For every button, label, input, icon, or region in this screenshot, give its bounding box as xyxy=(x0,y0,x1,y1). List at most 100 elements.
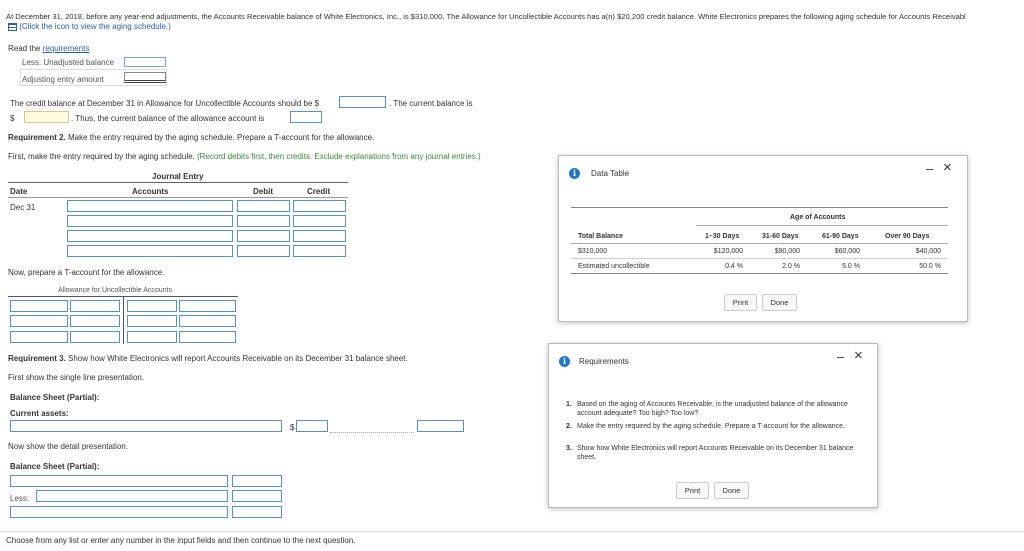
current-balance-input[interactable] xyxy=(24,111,69,123)
print-button[interactable]: Print xyxy=(676,482,709,499)
t-account-divider xyxy=(123,296,124,344)
t-left-amount-3[interactable] xyxy=(70,331,120,343)
balance-sheet-partial-2: Balance Sheet (Partial): xyxy=(10,462,100,471)
aging-schedule-link[interactable]: (Click the icon to view the aging schedu… xyxy=(8,22,171,31)
less-label: Less: xyxy=(10,494,30,503)
requirement-text-2: Make the entry required by the aging sch… xyxy=(577,423,845,430)
journal-account-3[interactable] xyxy=(67,230,233,242)
t-left-label-2[interactable] xyxy=(10,315,68,327)
row-rule xyxy=(571,258,948,259)
detail-net-amount-input[interactable] xyxy=(232,506,282,518)
journal-debit-3[interactable] xyxy=(237,230,290,242)
footer-text: Choose from any list or enter any number… xyxy=(6,536,356,545)
journal-debit-2[interactable] xyxy=(237,215,290,227)
req2-heading-bold: Requirement 2. xyxy=(8,133,66,142)
detail-less-account-input[interactable] xyxy=(36,490,228,502)
journal-credit-4[interactable] xyxy=(293,245,346,257)
credit-balance-input[interactable] xyxy=(339,96,386,108)
single-line-dollar: $ xyxy=(290,423,295,432)
single-line-total-input[interactable] xyxy=(417,420,464,432)
dollar-sign: $ xyxy=(10,114,15,123)
col-1-30: 1–30 Days xyxy=(705,233,740,240)
done-button[interactable]: Done xyxy=(714,482,749,499)
data-table-dialog: i Data Table – × Age of Accounts Total B… xyxy=(558,155,968,322)
info-icon: i xyxy=(569,168,580,179)
header-rule xyxy=(571,243,948,244)
close-icon[interactable]: × xyxy=(943,160,952,175)
t-right-label-1[interactable] xyxy=(179,300,236,312)
aging-schedule-link-text[interactable]: (Click the icon to view the aging schedu… xyxy=(19,22,171,31)
single-line-account-input[interactable] xyxy=(10,420,282,432)
cell-31-60: $90,000 xyxy=(774,248,800,255)
cell-estimated-label: Estimated uncollectible xyxy=(578,263,650,270)
t-right-amount-3[interactable] xyxy=(127,331,177,343)
col-accounts: Accounts xyxy=(132,187,169,196)
col-date: Date xyxy=(10,187,28,196)
credit-balance-text: The credit balance at December 31 in All… xyxy=(10,99,320,108)
single-line-amount-input[interactable] xyxy=(296,420,328,432)
close-icon[interactable]: × xyxy=(854,348,863,363)
detail-amount-input-1[interactable] xyxy=(232,475,282,487)
col-61-90: 61-90 Days xyxy=(822,233,859,240)
balance-sheet-partial: Balance Sheet (Partial): xyxy=(10,393,100,402)
requirement-num-2: 2. xyxy=(566,423,572,430)
minimize-icon[interactable]: – xyxy=(837,350,844,363)
t-left-amount-1[interactable] xyxy=(70,300,120,312)
problem-text: At December 31, 2018, before any year-en… xyxy=(6,12,966,21)
cell-pct-31-60: 2.0 % xyxy=(782,263,800,270)
print-button[interactable]: Print xyxy=(724,294,757,311)
col-total-balance: Total Balance xyxy=(578,233,623,240)
journal-title: Journal Entry xyxy=(152,172,204,181)
t-right-amount-2[interactable] xyxy=(127,315,177,327)
cell-pct-1-30: 0.4 % xyxy=(725,263,743,270)
dotted-leader xyxy=(330,432,414,433)
age-of-accounts-header: Age of Accounts xyxy=(790,214,846,221)
journal-debit-4[interactable] xyxy=(237,245,290,257)
req2-instruction-start: First, make the entry required by the ag… xyxy=(8,152,197,161)
req3-heading-rest: Show how White Electronics will report A… xyxy=(65,354,408,363)
cell-over-90: $40,000 xyxy=(915,248,941,255)
detail-less-amount-input[interactable] xyxy=(232,490,282,502)
journal-account-1[interactable] xyxy=(67,200,233,212)
requirements-dialog: i Requirements – × 1. Based on the aging… xyxy=(548,343,878,508)
t-right-label-2[interactable] xyxy=(179,315,236,327)
info-icon: i xyxy=(559,356,570,367)
requirement-num-1: 1. xyxy=(566,401,572,408)
journal-date: Dec 31 xyxy=(10,203,36,212)
minimize-icon[interactable]: – xyxy=(926,162,933,175)
t-right-label-3[interactable] xyxy=(179,331,236,343)
req3-heading: Requirement 3. Show how White Electronic… xyxy=(8,354,408,363)
footer-rule xyxy=(0,531,1024,532)
journal-account-4[interactable] xyxy=(67,245,233,257)
col-credit: Credit xyxy=(307,187,331,196)
requirements-link[interactable]: requirements xyxy=(43,44,90,53)
journal-debit-1[interactable] xyxy=(237,200,290,212)
req3-heading-bold: Requirement 3. xyxy=(8,354,66,363)
adjusting-entry-input[interactable] xyxy=(124,72,166,83)
requirement-text-3: Show how White Electronics will report A… xyxy=(577,445,854,461)
done-button[interactable]: Done xyxy=(762,294,797,311)
journal-account-2[interactable] xyxy=(67,215,233,227)
detail-account-input-1[interactable] xyxy=(10,475,228,487)
t-right-amount-1[interactable] xyxy=(127,300,177,312)
t-left-amount-2[interactable] xyxy=(70,315,120,327)
single-line-text: First show the single line presentation. xyxy=(8,373,145,382)
cell-61-90: $60,000 xyxy=(834,248,860,255)
read-label: Read the xyxy=(8,44,43,53)
req2-heading-rest: Make the entry required by the aging sch… xyxy=(65,133,375,142)
requirement-text-1: Based on the aging of Accounts Receivabl… xyxy=(577,401,848,417)
unadjusted-balance-input[interactable] xyxy=(124,57,166,67)
t-left-label-1[interactable] xyxy=(10,300,68,312)
requirement-num-3: 3. xyxy=(566,445,572,452)
allowance-status-select[interactable] xyxy=(290,111,322,123)
journal-credit-1[interactable] xyxy=(293,200,346,212)
current-balance-text: . The current balance is xyxy=(389,99,473,108)
journal-credit-2[interactable] xyxy=(293,215,346,227)
journal-credit-3[interactable] xyxy=(293,230,346,242)
detail-net-account-input[interactable] xyxy=(10,506,228,518)
journal-top-rule xyxy=(8,182,348,183)
table-icon[interactable] xyxy=(8,22,17,31)
detail-text: Now show the detail presentation. xyxy=(8,442,129,451)
t-left-label-3[interactable] xyxy=(10,331,68,343)
cell-total: $310,000 xyxy=(578,248,608,255)
